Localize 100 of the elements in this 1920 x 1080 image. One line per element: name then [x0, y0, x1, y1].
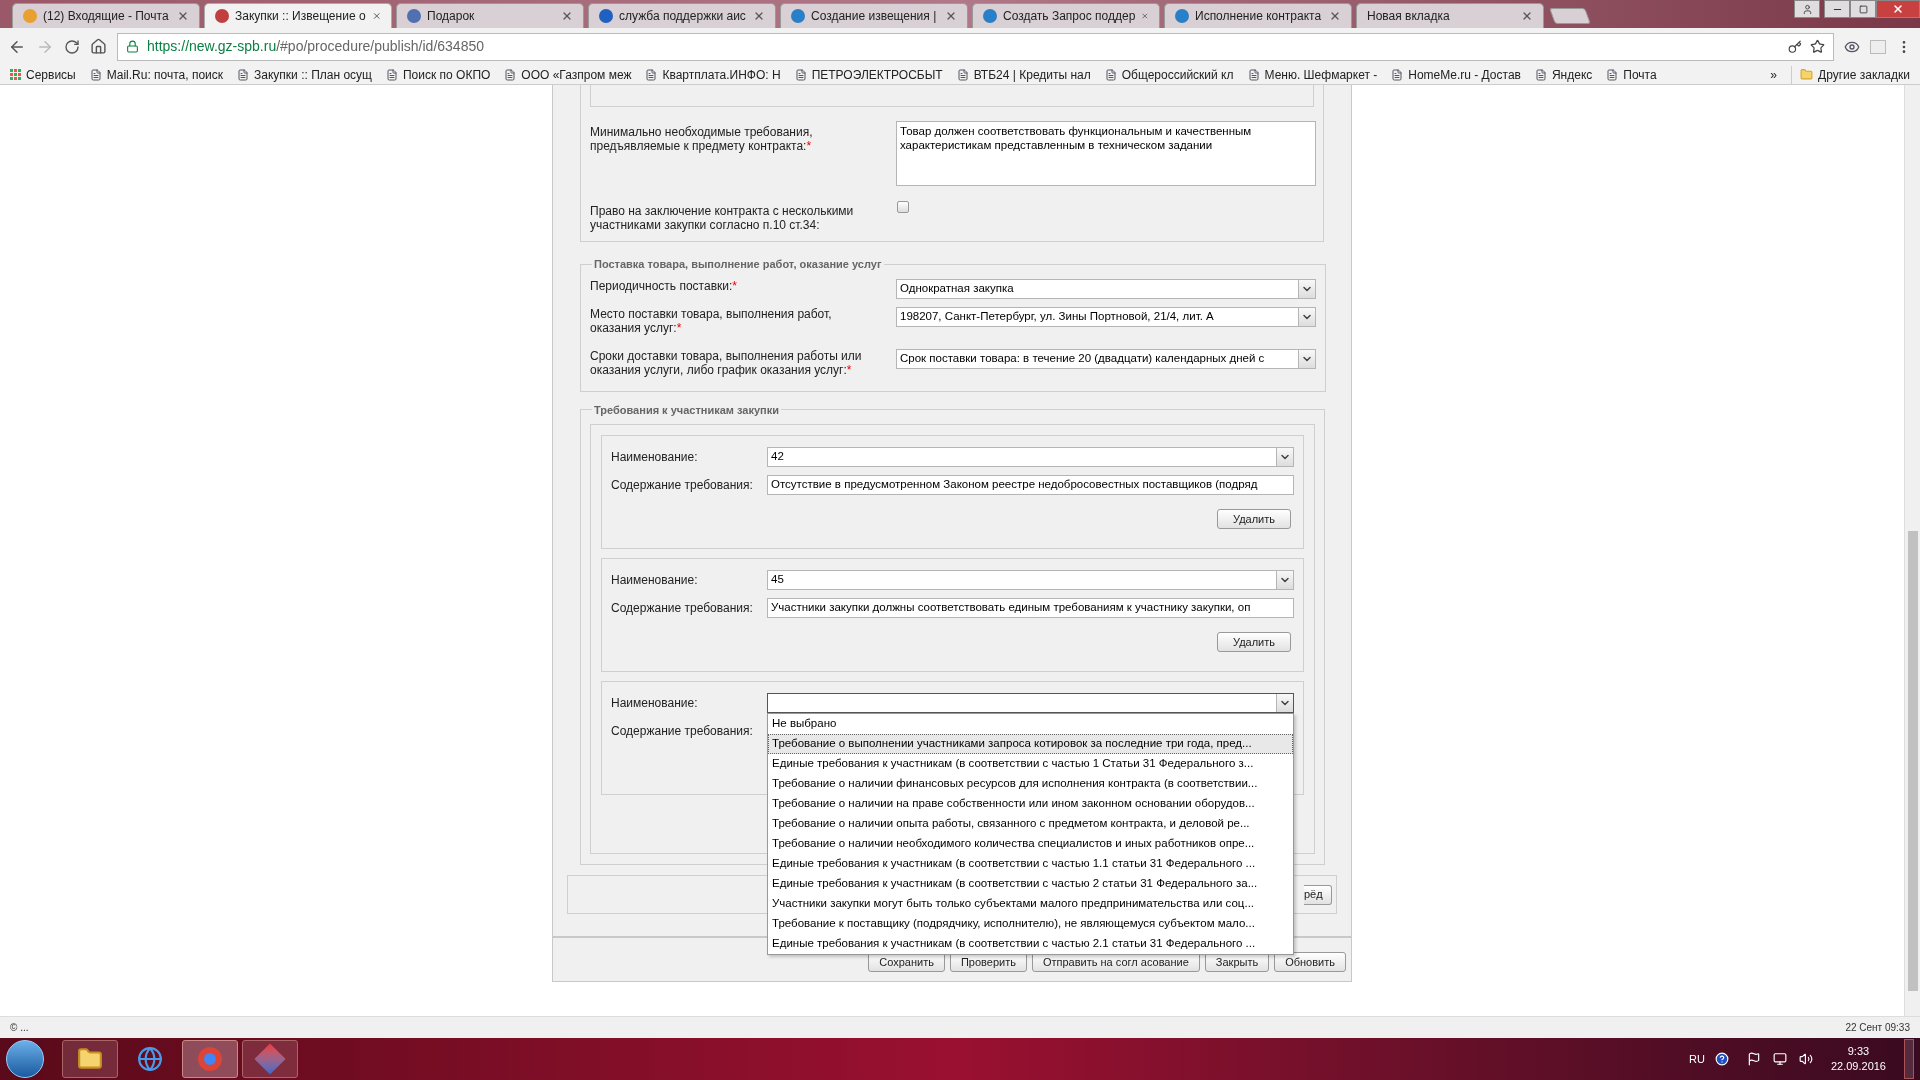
field-label: Минимально необходимые требования, предъявляемые к предмету контракта:* — [590, 125, 813, 153]
dropdown-option[interactable]: Не выбрано — [768, 714, 1293, 734]
field-value: 42 — [770, 449, 785, 465]
folder-app-icon[interactable] — [62, 1040, 118, 1078]
delete-button[interactable]: Удалить — [1217, 632, 1291, 652]
browser-tab[interactable]: Создание извещения | — [780, 3, 968, 28]
browser-tab[interactable]: служба поддержки аис — [588, 3, 776, 28]
user-icon — [1801, 3, 1813, 15]
address-bar[interactable]: https://new.gz-spb.ru/#po/procedure/publish/id/634850 — [117, 32, 1834, 61]
bookmark[interactable]: ВТБ24 | Кредиты нал — [956, 65, 1091, 84]
browser-tab[interactable]: Новая вкладка — [1356, 3, 1544, 28]
close-button[interactable] — [1876, 0, 1920, 18]
browser-tab[interactable]: Исполнение контракта — [1164, 3, 1352, 28]
help-icon[interactable] — [1714, 1052, 1729, 1066]
start-button[interactable] — [6, 1040, 44, 1078]
tab-title: Закупки :: Извещение о — [235, 8, 366, 25]
volume-icon[interactable] — [1798, 1052, 1813, 1066]
close-icon[interactable] — [371, 10, 381, 22]
field-label: Содержание требования: — [611, 724, 753, 738]
close-icon — [1892, 3, 1904, 15]
bookmark[interactable]: Общероссийский кл — [1104, 65, 1234, 84]
maximize-icon — [1858, 4, 1868, 14]
url-text: https://new.gz-spb.ru/#po/procedure/publish/id/634850 — [147, 37, 485, 56]
bookmark-folder[interactable]: Другие закладки — [1791, 65, 1910, 84]
dropdown-field[interactable]: 45 — [767, 570, 1294, 590]
form-button[interactable]: Обновить — [1274, 952, 1346, 972]
field-label: Содержание требования: — [611, 601, 753, 615]
home-icon[interactable] — [90, 38, 107, 55]
language-indicator[interactable]: RU — [1689, 1050, 1705, 1068]
close-icon[interactable] — [945, 10, 957, 22]
bookmark[interactable]: ООО «Газпром меж — [504, 65, 632, 84]
bookmark[interactable]: Почта — [1606, 65, 1657, 84]
dropdown-option[interactable]: Требование о наличии опыта работы, связанного с предметом контракта, и деловой ре... — [768, 814, 1293, 834]
text-area[interactable]: Товар должен соответствовать функциональным и качественным характеристикам представленным в техническом задании — [896, 121, 1316, 186]
dropdown-option[interactable]: Единые требования к участникам (в соответствии с частью 1.1 статьи 31 Федерального ... — [768, 854, 1293, 874]
checkbox[interactable] — [897, 201, 909, 213]
bookmark[interactable]: HomeMe.ru - Достав — [1391, 65, 1521, 84]
bookmark[interactable]: Mail.Ru: почта, поиск — [89, 65, 224, 84]
site-icon — [599, 9, 613, 23]
site-icon — [791, 9, 805, 23]
dropdown-option[interactable]: Требование о выполнении участниками запроса котировок за последние три года, пред... — [768, 734, 1293, 754]
scroll-thumb[interactable] — [1907, 531, 1918, 991]
field-value: 198207, Санкт-Петербург, ул. Зины Портновой, 21/4, лит. А — [899, 308, 1215, 324]
dropdown-field[interactable] — [767, 693, 1294, 713]
page-icon — [89, 68, 102, 81]
section-title: Поставка товара, выполнение работ, оказание услуг — [593, 257, 883, 272]
maximize-button[interactable] — [1850, 0, 1876, 18]
section-title: Требования к участникам закупки — [593, 402, 780, 418]
close-icon[interactable] — [1521, 10, 1533, 22]
text-field[interactable]: Участники закупки должны соответствовать единым требованиям к участнику закупки, оп — [767, 598, 1294, 618]
bookmark[interactable]: Закупки :: План осущ — [237, 65, 372, 84]
new-tab-button[interactable] — [1549, 8, 1591, 24]
more-bookmarks-button[interactable]: » — [1770, 65, 1778, 84]
page-icon — [1247, 68, 1260, 81]
tab-title: Подарок — [427, 8, 476, 25]
bookmark[interactable]: Поиск по ОКПО — [385, 65, 491, 84]
next-button[interactable]: рёд — [1304, 884, 1332, 905]
dropdown-option[interactable]: Участники закупки могут быть только субъектами малого предпринимательства или соц... — [768, 894, 1293, 914]
star-icon[interactable] — [1810, 39, 1825, 54]
close-icon[interactable] — [1141, 10, 1149, 22]
dropdown-option[interactable]: Единые требования к участникам (в соответствии с частью 1 Статьи 31 Федерального з... — [768, 754, 1293, 774]
tab-title: Создать Запрос поддер — [1003, 8, 1136, 25]
field-label: Наименование: — [611, 573, 698, 587]
browser-tab[interactable]: (12) Входящие - Почта — [12, 3, 200, 28]
browser-tab[interactable]: Закупки :: Извещение о — [204, 3, 392, 28]
dropdown-field[interactable]: Однократная закупка — [896, 278, 1316, 299]
bookmark[interactable]: Квартплата.ИНФО: Н — [645, 65, 781, 84]
field-label: Сроки доставки товара, выполнения работы или оказания услуги, либо график оказания услуг:* — [590, 348, 862, 377]
close-icon[interactable] — [177, 10, 189, 22]
text-field[interactable]: Отсутствие в предусмотренном Законом реестре недобросовестных поставщиков (подряд — [767, 475, 1294, 495]
bookmark[interactable]: Яндекс — [1534, 65, 1593, 84]
profile-button[interactable] — [1794, 0, 1820, 18]
dropdown-option[interactable]: Единые требования к участникам (в соответствии с частью 2 статьи 31 Федерального за... — [768, 874, 1293, 894]
delete-button[interactable]: Удалить — [1217, 509, 1291, 529]
bookmark[interactable]: Сервисы — [10, 65, 76, 84]
dropdown-option[interactable]: Требование о наличии на праве собственности или ином законном основании оборудов... — [768, 794, 1293, 814]
tab-title: служба поддержки аис — [619, 8, 747, 25]
dropdown-option[interactable]: Требование о наличии необходимого количества специалистов и иных работников опре... — [768, 834, 1293, 854]
network-icon[interactable] — [1772, 1052, 1787, 1066]
close-icon[interactable] — [753, 10, 765, 22]
dropdown-field[interactable]: 42 — [767, 447, 1294, 467]
page-icon — [956, 68, 969, 81]
minimize-button[interactable] — [1824, 0, 1850, 18]
dropdown-field[interactable]: 198207, Санкт-Петербург, ул. Зины Портновой, 21/4, лит. А — [896, 306, 1316, 327]
close-icon[interactable] — [1329, 10, 1341, 22]
scrollbar[interactable] — [1904, 85, 1920, 1016]
close-icon[interactable] — [561, 10, 573, 22]
dropdown-option[interactable]: Единые требования к участникам (в соответствии с частью 2.1 статьи 31 Федерального ... — [768, 934, 1293, 954]
browser-tab[interactable]: Создать Запрос поддер — [972, 3, 1160, 28]
clock[interactable]: 9:33 22.09.2016 — [1830, 1044, 1886, 1074]
dropdown-field[interactable]: Срок поставки товара: в течение 20 (двадцати) календарных дней с — [896, 348, 1316, 369]
bookmark[interactable]: Меню. Шефмаркет - — [1247, 65, 1378, 84]
reload-icon[interactable] — [64, 38, 80, 55]
key-icon[interactable] — [1788, 39, 1802, 54]
dropdown-option[interactable]: Требование о наличии финансовых ресурсов для исполнения контракта (в соответствии... — [768, 774, 1293, 794]
bookmark[interactable]: ПЕТРОЭЛЕКТРОСБЫТ — [794, 65, 943, 84]
dropdown-option[interactable]: Требование к поставщику (подрядчику, исполнителю), не являющемуся субъектом мало... — [768, 914, 1293, 934]
flag-icon[interactable] — [1746, 1052, 1761, 1066]
browser-tab[interactable]: Подарок — [396, 3, 584, 28]
tab-title: Исполнение контракта — [1195, 8, 1323, 25]
